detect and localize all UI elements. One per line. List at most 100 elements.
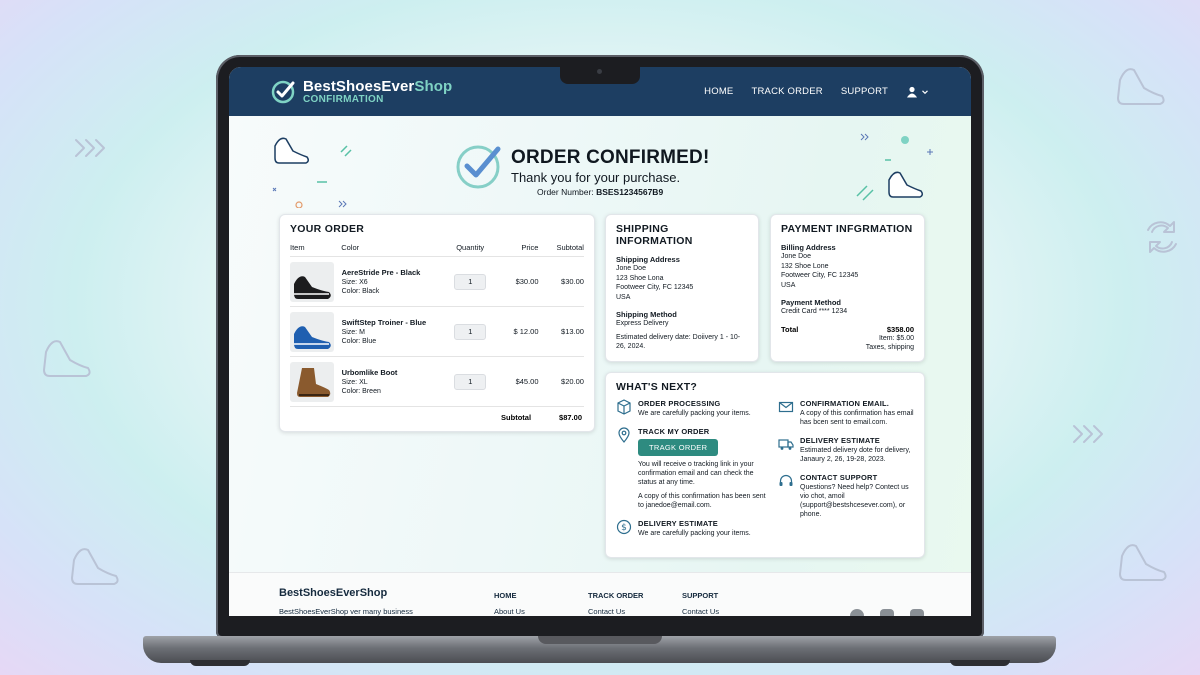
product-name[interactable]: AereStride Pre - Black	[342, 268, 448, 277]
shipping-method-label: Shipping Method	[616, 310, 677, 319]
next-step-title: DELIVERY ESTIMATE	[638, 519, 718, 528]
shipping-address-line: 123 Shoe Lona	[616, 274, 664, 282]
column-header-price: Price	[521, 243, 539, 252]
brand-logo[interactable]: BestShoesEverShop CONFIRMATION	[271, 79, 452, 105]
footer-heading-support[interactable]: SUPPORT	[682, 591, 718, 600]
product-name[interactable]: Urbomlike Boot	[342, 368, 448, 377]
shipping-method: Express Delivery	[616, 320, 669, 327]
youtube-icon[interactable]	[910, 609, 924, 616]
payment-card-title: PAYMENT INFGRMATION	[781, 223, 913, 235]
column-header-color: Color	[341, 243, 360, 252]
brand-name-prefix: BestShoesEver	[303, 77, 415, 95]
headset-icon	[779, 474, 793, 486]
whats-next-right-column: CONFIRMATION EMAIL. A copy of this confi…	[778, 399, 918, 528]
product-size: Size: XL	[341, 379, 368, 386]
order-summary-card: YOUR ORDER Item Color Quantity Price Sub…	[279, 214, 595, 432]
next-step-title: ORDER PROCESSING	[638, 399, 721, 408]
quantity-field[interactable]: 1	[454, 373, 487, 390]
sneaker-icon	[294, 275, 331, 299]
product-details: SwiftStep Troiner - Blue Size: M Color: …	[342, 318, 448, 345]
next-step-text: A copy of this confirmation has email ha…	[800, 410, 914, 426]
track-order-button[interactable]: TRAGK ORDER	[638, 439, 719, 456]
next-step-item: TRACK MY ORDER TRAGK ORDER You will rece…	[616, 427, 771, 510]
footer-link-about-us[interactable]: About Us	[494, 607, 525, 616]
user-menu[interactable]	[906, 86, 929, 98]
footer-link-contact-us[interactable]: Contact Us	[588, 607, 625, 616]
nav-link-support[interactable]: SUPPORT	[841, 86, 888, 97]
shoe-shape	[294, 325, 331, 349]
column-header-quantity: Quantity	[456, 243, 485, 252]
nav-link-home[interactable]: HOME	[704, 86, 733, 97]
footer-heading-home[interactable]: HOME	[494, 591, 517, 600]
chevron-down-icon	[922, 89, 928, 94]
box-icon	[617, 399, 631, 415]
total-label: Total	[781, 324, 799, 334]
boot-icon	[297, 367, 331, 397]
next-step-text: We are carefully packing your items.	[638, 410, 751, 417]
next-step-text: You will receive o tracking link in your…	[638, 461, 754, 486]
page-subtitle: Thank you for your purchase.	[511, 170, 681, 185]
product-color: Color: Blue	[341, 338, 377, 345]
laptop-foot	[190, 660, 250, 666]
instagram-icon[interactable]	[880, 609, 894, 616]
next-step-item: $ DELIVERY ESTIMATE We are carefully pac…	[616, 519, 771, 538]
product-price: $ 12.00	[513, 327, 539, 336]
next-step-text-secondary: A copy of this confirmation has been sen…	[638, 493, 766, 509]
billing-address-line: 132 Shoe Lone	[781, 262, 829, 270]
brand-subtitle: CONFIRMATION	[303, 93, 384, 105]
order-card-title: YOUR ORDER	[290, 223, 365, 235]
payment-info-card: PAYMENT INFGRMATION Billing Address Jone…	[770, 214, 925, 362]
next-step-item: DELIVERY ESTIMATE Estimated delivery dot…	[778, 436, 918, 464]
nav-links: HOME TRACK ORDER SUPPORT	[704, 67, 929, 116]
payment-method: Credit Card **** 1234	[781, 308, 848, 315]
nav-link-track-order[interactable]: TRACK ORDER	[751, 86, 822, 97]
column-header-subtotal: Subtotal	[556, 243, 584, 252]
next-step-item: ORDER PROCESSING We are carefully packin…	[616, 399, 771, 418]
payment-total: Total $358.00	[781, 325, 914, 334]
billing-address-label: Billing Address	[781, 243, 836, 252]
footer-link-contact-us[interactable]: Contact Us	[682, 607, 719, 616]
taxes-shipping: Taxes, shipping	[865, 344, 914, 351]
check-circle-icon	[271, 80, 295, 103]
product-image[interactable]	[290, 311, 334, 352]
next-step-title: DELIVERY ESTIMATE	[800, 436, 880, 445]
decorative-sneaker-icons	[272, 137, 352, 208]
facebook-icon[interactable]	[850, 609, 864, 616]
product-image[interactable]	[290, 361, 334, 402]
item-fee: Item: $5.00	[878, 334, 914, 342]
shipping-info-card: SHIPPING INFORMATION Shipping Address Jo…	[605, 214, 759, 362]
product-name[interactable]: SwiftStep Troiner - Blue	[342, 318, 448, 327]
next-step-title: CONTACT SUPPORT	[800, 473, 878, 482]
page-title: ORDER CONFIRMED!	[511, 147, 710, 168]
camera-icon	[597, 69, 602, 74]
footer-heading-track-order[interactable]: TRACK ORDER	[588, 591, 643, 600]
product-image[interactable]	[290, 261, 334, 302]
next-step-text: Questions? Need help? Contect us vio cho…	[800, 484, 909, 518]
product-subtotal: $30.00	[561, 277, 584, 286]
product-size: Size: M	[341, 329, 365, 336]
order-table-header: Item Color Quantity Price Subtotal	[290, 243, 584, 257]
shipping-estimate: Estimated delivery date: Doiivery 1 - 10…	[616, 333, 741, 351]
shipping-address-line: Footweer City, FC 12345	[616, 284, 694, 291]
product-color: Color: Black	[341, 288, 380, 295]
site-footer: BestShoesEverShop BestShoesEverShop ver …	[229, 572, 971, 616]
billing-address-line: Jone Doe	[781, 253, 811, 260]
shipping-address-line: Jone Doe	[616, 265, 646, 272]
shipping-address-line: USA	[616, 293, 631, 301]
payment-method-label: Payment Method	[781, 298, 842, 307]
confirmation-header: ORDER CONFIRMED! Thank you for your purc…	[455, 142, 709, 190]
total-value: $358.00	[886, 324, 914, 334]
dollar-icon: $	[616, 519, 632, 535]
table-row: Urbomlike Boot Size: XL Color: Breen 1 $…	[290, 357, 584, 407]
quantity-field[interactable]: 1	[454, 323, 487, 340]
product-subtotal: $20.00	[561, 377, 584, 386]
quantity-field[interactable]: 1	[454, 273, 487, 290]
next-step-item: CONTACT SUPPORT Questions? Need help? Co…	[778, 473, 918, 519]
order-number-value: BSES1234567B9	[596, 187, 664, 197]
product-details: Urbomlike Boot Size: XL Color: Breen	[342, 368, 448, 395]
product-subtotal: $13.00	[561, 327, 584, 336]
order-subtotal: Subtotal $87.00	[290, 413, 584, 422]
billing-address-line: USA	[781, 281, 796, 289]
order-number-label: Order Number:	[537, 187, 594, 197]
product-price: $30.00	[515, 277, 539, 286]
